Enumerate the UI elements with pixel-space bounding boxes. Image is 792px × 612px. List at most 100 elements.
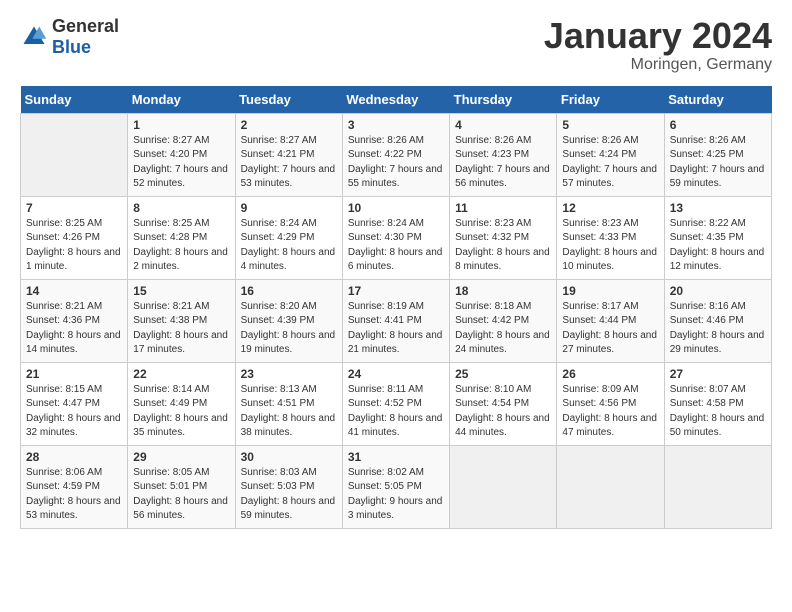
day-number: 8 <box>133 201 229 215</box>
day-info: Sunrise: 8:27 AMSunset: 4:20 PMDaylight:… <box>133 135 228 190</box>
calendar-cell: 12 Sunrise: 8:23 AMSunset: 4:33 PMDayligh… <box>557 196 664 279</box>
calendar-cell: 24 Sunrise: 8:11 AMSunset: 4:52 PMDayligh… <box>342 362 449 445</box>
day-number: 27 <box>670 367 766 381</box>
page-header: General Blue January 2024 Moringen, Germ… <box>20 16 772 74</box>
day-info: Sunrise: 8:26 AMSunset: 4:25 PMDaylight:… <box>670 135 765 190</box>
day-info: Sunrise: 8:24 AMSunset: 4:29 PMDaylight:… <box>241 218 336 273</box>
calendar-cell: 28 Sunrise: 8:06 AMSunset: 4:59 PMDayligh… <box>21 445 128 528</box>
calendar-week-row: 7 Sunrise: 8:25 AMSunset: 4:26 PMDaylight… <box>21 196 772 279</box>
day-info: Sunrise: 8:19 AMSunset: 4:41 PMDaylight:… <box>348 301 443 356</box>
calendar-cell: 7 Sunrise: 8:25 AMSunset: 4:26 PMDaylight… <box>21 196 128 279</box>
calendar-cell: 19 Sunrise: 8:17 AMSunset: 4:44 PMDayligh… <box>557 279 664 362</box>
day-header-saturday: Saturday <box>664 86 771 114</box>
calendar-week-row: 1 Sunrise: 8:27 AMSunset: 4:20 PMDaylight… <box>21 113 772 196</box>
day-number: 10 <box>348 201 444 215</box>
day-number: 29 <box>133 450 229 464</box>
location: Moringen, Germany <box>544 56 772 74</box>
day-info: Sunrise: 8:26 AMSunset: 4:24 PMDaylight:… <box>562 135 657 190</box>
day-number: 31 <box>348 450 444 464</box>
day-number: 7 <box>26 201 122 215</box>
day-number: 5 <box>562 118 658 132</box>
calendar-cell: 13Sunrise: 8:22 AMSunset: 4:35 PMDayligh… <box>664 196 771 279</box>
calendar-cell: 22Sunrise: 8:14 AMSunset: 4:49 PMDayligh… <box>128 362 235 445</box>
day-info: Sunrise: 8:20 AMSunset: 4:39 PMDaylight:… <box>241 301 336 356</box>
calendar-cell: 25 Sunrise: 8:10 AMSunset: 4:54 PMDayligh… <box>450 362 557 445</box>
calendar-cell: 26 Sunrise: 8:09 AMSunset: 4:56 PMDayligh… <box>557 362 664 445</box>
logo-blue: Blue <box>52 37 91 57</box>
day-info: Sunrise: 8:24 AMSunset: 4:30 PMDaylight:… <box>348 218 443 273</box>
month-title: January 2024 <box>544 16 772 56</box>
day-number: 17 <box>348 284 444 298</box>
day-number: 26 <box>562 367 658 381</box>
calendar-week-row: 21Sunrise: 8:15 AMSunset: 4:47 PMDayligh… <box>21 362 772 445</box>
day-header-tuesday: Tuesday <box>235 86 342 114</box>
day-number: 13 <box>670 201 766 215</box>
day-info: Sunrise: 8:03 AMSunset: 5:03 PMDaylight:… <box>241 467 336 522</box>
day-info: Sunrise: 8:14 AMSunset: 4:49 PMDaylight:… <box>133 384 228 439</box>
day-info: Sunrise: 8:11 AMSunset: 4:52 PMDaylight:… <box>348 384 443 439</box>
day-number: 6 <box>670 118 766 132</box>
day-info: Sunrise: 8:26 AMSunset: 4:23 PMDaylight:… <box>455 135 550 190</box>
day-number: 28 <box>26 450 122 464</box>
day-number: 16 <box>241 284 337 298</box>
calendar-cell: 20 Sunrise: 8:16 AMSunset: 4:46 PMDayligh… <box>664 279 771 362</box>
day-info: Sunrise: 8:10 AMSunset: 4:54 PMDaylight:… <box>455 384 550 439</box>
day-number: 18 <box>455 284 551 298</box>
day-info: Sunrise: 8:06 AMSunset: 4:59 PMDaylight:… <box>26 467 121 522</box>
calendar-cell: 9 Sunrise: 8:24 AMSunset: 4:29 PMDaylight… <box>235 196 342 279</box>
day-info: Sunrise: 8:17 AMSunset: 4:44 PMDaylight:… <box>562 301 657 356</box>
calendar-cell: 17 Sunrise: 8:19 AMSunset: 4:41 PMDayligh… <box>342 279 449 362</box>
title-section: January 2024 Moringen, Germany <box>544 16 772 74</box>
day-info: Sunrise: 8:05 AMSunset: 5:01 PMDaylight:… <box>133 467 228 522</box>
day-info: Sunrise: 8:09 AMSunset: 4:56 PMDaylight:… <box>562 384 657 439</box>
calendar-cell: 18 Sunrise: 8:18 AMSunset: 4:42 PMDayligh… <box>450 279 557 362</box>
logo-icon <box>20 23 48 51</box>
calendar-week-row: 14Sunrise: 8:21 AMSunset: 4:36 PMDayligh… <box>21 279 772 362</box>
calendar-table: SundayMondayTuesdayWednesdayThursdayFrid… <box>20 86 772 529</box>
calendar-cell: 23 Sunrise: 8:13 AMSunset: 4:51 PMDayligh… <box>235 362 342 445</box>
calendar-cell: 6 Sunrise: 8:26 AMSunset: 4:25 PMDaylight… <box>664 113 771 196</box>
day-info: Sunrise: 8:18 AMSunset: 4:42 PMDaylight:… <box>455 301 550 356</box>
day-info: Sunrise: 8:16 AMSunset: 4:46 PMDaylight:… <box>670 301 765 356</box>
calendar-cell: 30Sunrise: 8:03 AMSunset: 5:03 PMDayligh… <box>235 445 342 528</box>
day-number: 1 <box>133 118 229 132</box>
calendar-cell: 5 Sunrise: 8:26 AMSunset: 4:24 PMDaylight… <box>557 113 664 196</box>
logo-general: General <box>52 16 119 36</box>
calendar-cell <box>664 445 771 528</box>
day-number: 15 <box>133 284 229 298</box>
calendar-cell: 10 Sunrise: 8:24 AMSunset: 4:30 PMDayligh… <box>342 196 449 279</box>
calendar-cell: 14Sunrise: 8:21 AMSunset: 4:36 PMDayligh… <box>21 279 128 362</box>
day-number: 23 <box>241 367 337 381</box>
day-number: 14 <box>26 284 122 298</box>
calendar-cell: 8 Sunrise: 8:25 AMSunset: 4:28 PMDaylight… <box>128 196 235 279</box>
day-info: Sunrise: 8:25 AMSunset: 4:28 PMDaylight:… <box>133 218 228 273</box>
day-info: Sunrise: 8:15 AMSunset: 4:47 PMDaylight:… <box>26 384 121 439</box>
calendar-cell: 21Sunrise: 8:15 AMSunset: 4:47 PMDayligh… <box>21 362 128 445</box>
calendar-cell: 27 Sunrise: 8:07 AMSunset: 4:58 PMDayligh… <box>664 362 771 445</box>
day-info: Sunrise: 8:07 AMSunset: 4:58 PMDaylight:… <box>670 384 765 439</box>
day-number: 12 <box>562 201 658 215</box>
day-info: Sunrise: 8:25 AMSunset: 4:26 PMDaylight:… <box>26 218 121 273</box>
day-header-sunday: Sunday <box>21 86 128 114</box>
day-number: 25 <box>455 367 551 381</box>
day-number: 19 <box>562 284 658 298</box>
calendar-cell <box>21 113 128 196</box>
day-info: Sunrise: 8:23 AMSunset: 4:33 PMDaylight:… <box>562 218 657 273</box>
calendar-week-row: 28 Sunrise: 8:06 AMSunset: 4:59 PMDayligh… <box>21 445 772 528</box>
day-number: 9 <box>241 201 337 215</box>
calendar-cell: 11 Sunrise: 8:23 AMSunset: 4:32 PMDayligh… <box>450 196 557 279</box>
day-number: 20 <box>670 284 766 298</box>
day-number: 11 <box>455 201 551 215</box>
calendar-cell: 1 Sunrise: 8:27 AMSunset: 4:20 PMDaylight… <box>128 113 235 196</box>
day-header-friday: Friday <box>557 86 664 114</box>
calendar-cell <box>557 445 664 528</box>
day-number: 24 <box>348 367 444 381</box>
calendar-cell: 4Sunrise: 8:26 AMSunset: 4:23 PMDaylight… <box>450 113 557 196</box>
calendar-cell: 3Sunrise: 8:26 AMSunset: 4:22 PMDaylight… <box>342 113 449 196</box>
calendar-cell: 15Sunrise: 8:21 AMSunset: 4:38 PMDayligh… <box>128 279 235 362</box>
calendar-header-row: SundayMondayTuesdayWednesdayThursdayFrid… <box>21 86 772 114</box>
day-number: 2 <box>241 118 337 132</box>
day-info: Sunrise: 8:23 AMSunset: 4:32 PMDaylight:… <box>455 218 550 273</box>
day-info: Sunrise: 8:13 AMSunset: 4:51 PMDaylight:… <box>241 384 336 439</box>
day-info: Sunrise: 8:27 AMSunset: 4:21 PMDaylight:… <box>241 135 336 190</box>
